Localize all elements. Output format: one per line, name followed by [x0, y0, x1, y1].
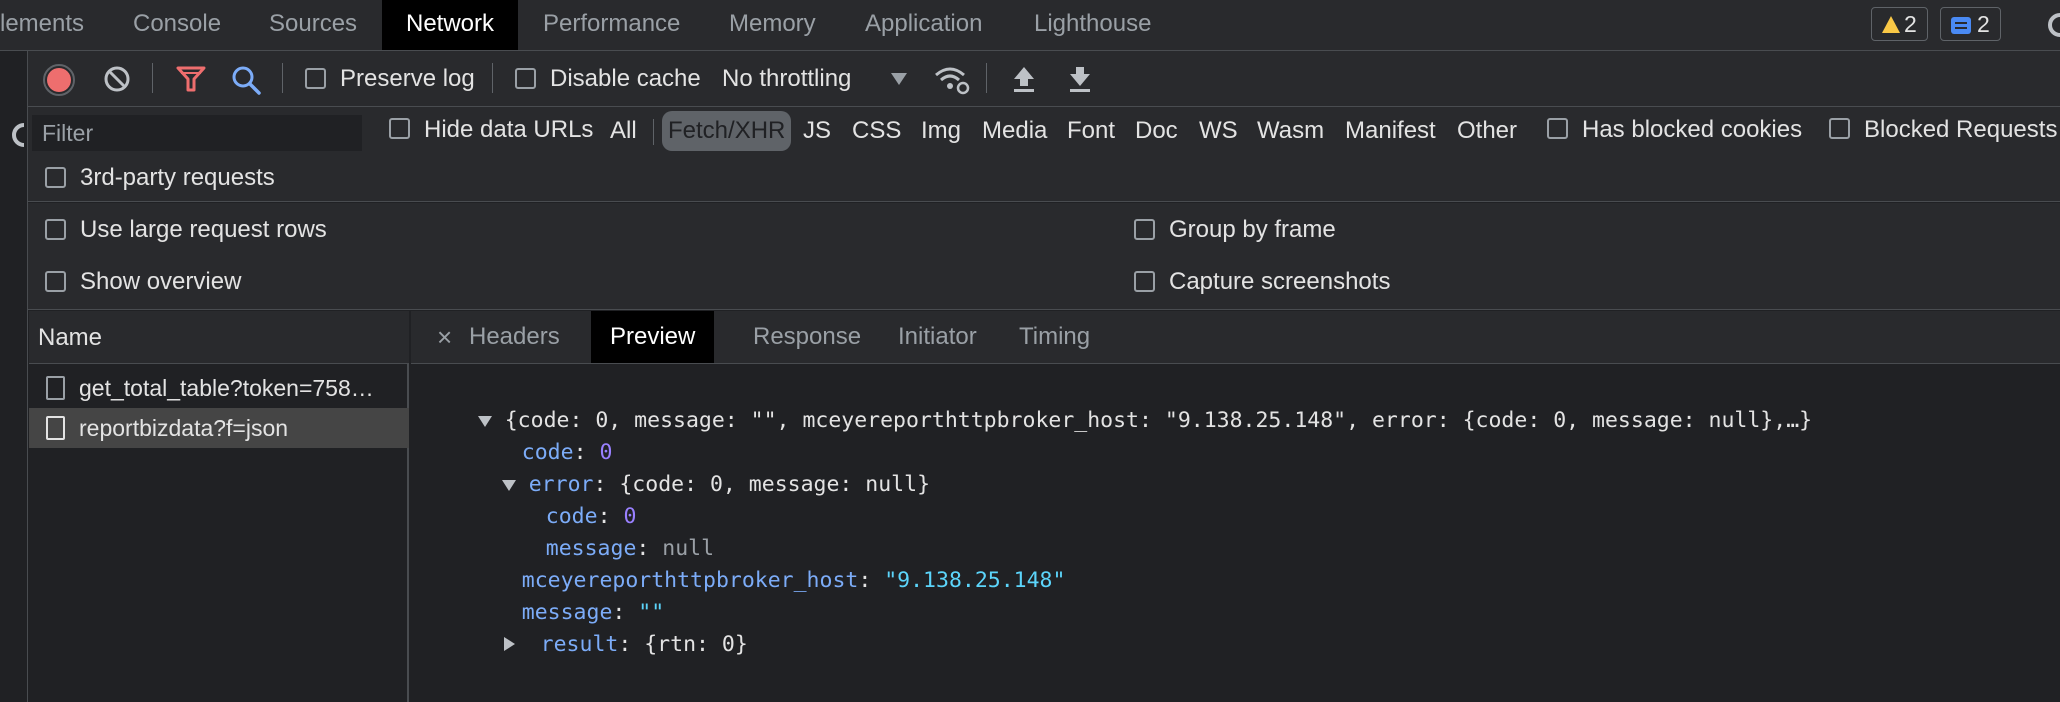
- toolbar-divider: [282, 63, 283, 93]
- request-row[interactable]: get_total_table?token=758…: [29, 368, 409, 408]
- type-filter-all[interactable]: All: [604, 111, 643, 151]
- tab-timing[interactable]: Timing: [1000, 311, 1109, 363]
- hide-data-urls-checkbox[interactable]: [389, 118, 410, 139]
- tab-headers[interactable]: Headers: [450, 311, 579, 363]
- type-filter-font[interactable]: Font: [1061, 111, 1121, 151]
- network-toolbar: Preserve log Disable cache No throttling: [0, 51, 2060, 107]
- preserve-log-checkbox[interactable]: [305, 68, 326, 89]
- preview-message-node: message: "": [521, 600, 665, 625]
- tab-console[interactable]: Console: [109, 0, 245, 50]
- request-name: reportbizdata?f=json: [79, 415, 289, 441]
- disable-cache-checkbox[interactable]: [515, 68, 536, 89]
- preview-host-node: mceyereporthttpbroker_host: "9.138.25.14…: [521, 568, 1066, 593]
- json-value: "9.138.25.148": [884, 568, 1066, 593]
- json-summary: {code: 0, message: null}: [619, 472, 931, 497]
- throttling-select[interactable]: No throttling: [722, 65, 851, 93]
- hide-data-urls-label[interactable]: Hide data URLs: [424, 116, 593, 144]
- preview-root-node[interactable]: {code: 0, message: "", mceyereporthttpbr…: [426, 373, 1812, 433]
- tab-application[interactable]: Application: [841, 0, 1006, 50]
- type-filter-js[interactable]: JS: [797, 111, 837, 151]
- capture-screenshots-label[interactable]: Capture screenshots: [1169, 268, 1390, 296]
- third-party-label[interactable]: 3rd-party requests: [80, 164, 275, 192]
- preserve-log-label[interactable]: Preserve log: [340, 65, 475, 93]
- clear-icon[interactable]: [103, 65, 131, 93]
- network-conditions-icon[interactable]: [934, 63, 970, 95]
- detail-tabs: × Headers Preview Response Initiator Tim…: [411, 311, 2060, 364]
- devtools-tabbar: lements Console Sources Network Performa…: [0, 0, 2060, 51]
- large-rows-label[interactable]: Use large request rows: [80, 216, 327, 244]
- type-filter-css[interactable]: CSS: [846, 111, 907, 151]
- group-by-frame-label[interactable]: Group by frame: [1169, 216, 1336, 244]
- filter-bar: Hide data URLs All Fetch/XHR JS CSS Img …: [0, 107, 2060, 202]
- type-filter-wasm[interactable]: Wasm: [1251, 111, 1330, 151]
- message-icon: [1951, 17, 1971, 34]
- disable-cache-label[interactable]: Disable cache: [550, 65, 701, 93]
- filter-funnel-icon[interactable]: [176, 65, 206, 93]
- request-detail-pane: × Headers Preview Response Initiator Tim…: [411, 311, 2060, 702]
- record-icon[interactable]: [42, 63, 76, 97]
- request-row-selected[interactable]: reportbizdata?f=json: [29, 408, 409, 448]
- blocked-requests-checkbox[interactable]: [1829, 118, 1850, 139]
- type-filter-doc[interactable]: Doc: [1129, 111, 1184, 151]
- tab-response[interactable]: Response: [734, 311, 880, 363]
- settings-gear-icon[interactable]: [2044, 12, 2060, 38]
- tab-memory[interactable]: Memory: [705, 0, 840, 50]
- file-icon: [46, 376, 65, 400]
- show-overview-label[interactable]: Show overview: [80, 268, 241, 296]
- tab-preview[interactable]: Preview: [591, 311, 715, 363]
- type-filter-other[interactable]: Other: [1451, 111, 1523, 151]
- tab-lighthouse[interactable]: Lighthouse: [1010, 0, 1175, 50]
- import-har-icon[interactable]: [1012, 65, 1036, 93]
- json-summary: {rtn: 0}: [644, 632, 748, 657]
- name-column-header[interactable]: Name: [29, 311, 409, 364]
- type-filter-media[interactable]: Media: [976, 111, 1053, 151]
- show-overview-checkbox[interactable]: [45, 271, 66, 292]
- preview-result-node[interactable]: result: {rtn: 0}: [452, 597, 748, 657]
- chevron-down-icon[interactable]: [891, 73, 907, 85]
- filter-input[interactable]: [32, 115, 362, 151]
- toolbar-divider: [152, 63, 153, 93]
- type-filter-fetch-xhr[interactable]: Fetch/XHR: [662, 111, 792, 151]
- group-by-frame-checkbox[interactable]: [1134, 219, 1155, 240]
- type-filter-img[interactable]: Img: [915, 111, 967, 151]
- has-blocked-cookies-checkbox[interactable]: [1547, 118, 1568, 139]
- type-filter-manifest[interactable]: Manifest: [1339, 111, 1442, 151]
- messages-badge[interactable]: 2: [1940, 7, 2001, 41]
- network-settings: Use large request rows Show overview Gro…: [0, 203, 2060, 310]
- type-filter-ws[interactable]: WS: [1193, 111, 1244, 151]
- request-name: get_total_table?token=758…: [79, 375, 374, 401]
- root-summary: {code: 0, message: "", mceyereporthttpbr…: [504, 408, 1813, 433]
- has-blocked-cookies-label[interactable]: Has blocked cookies: [1582, 116, 1802, 144]
- blocked-requests-label[interactable]: Blocked Requests: [1864, 116, 2057, 144]
- search-icon[interactable]: [231, 65, 261, 95]
- tab-sources[interactable]: Sources: [245, 0, 381, 50]
- warnings-badge[interactable]: 2: [1871, 7, 1928, 41]
- export-har-icon[interactable]: [1068, 65, 1092, 93]
- preview-error-message-node: message: null: [545, 536, 715, 561]
- request-list: Name get_total_table?token=758… reportbi…: [29, 311, 409, 702]
- tab-elements[interactable]: lements: [0, 0, 108, 50]
- drawer-toggle-icon[interactable]: [10, 123, 24, 147]
- tab-performance[interactable]: Performance: [519, 0, 704, 50]
- tab-initiator[interactable]: Initiator: [879, 311, 996, 363]
- warning-icon: [1882, 16, 1900, 33]
- filter-divider: [653, 119, 654, 145]
- tab-network[interactable]: Network: [382, 0, 519, 50]
- capture-screenshots-checkbox[interactable]: [1134, 271, 1155, 292]
- third-party-checkbox[interactable]: [45, 167, 66, 188]
- file-icon: [46, 416, 65, 440]
- preview-error-node[interactable]: error: {code: 0, message: null}: [450, 437, 930, 497]
- toolbar-divider: [986, 63, 987, 93]
- expand-arrow-icon[interactable]: [503, 637, 515, 651]
- preview-error-code-node: code: 0: [545, 504, 637, 529]
- json-key: result: [540, 632, 619, 657]
- left-gutter: [0, 51, 28, 702]
- messages-count: 2: [1977, 11, 1990, 37]
- preview-code-node: code: 0: [521, 440, 613, 465]
- warnings-count: 2: [1904, 11, 1917, 37]
- toolbar-divider: [492, 63, 493, 93]
- large-rows-checkbox[interactable]: [45, 219, 66, 240]
